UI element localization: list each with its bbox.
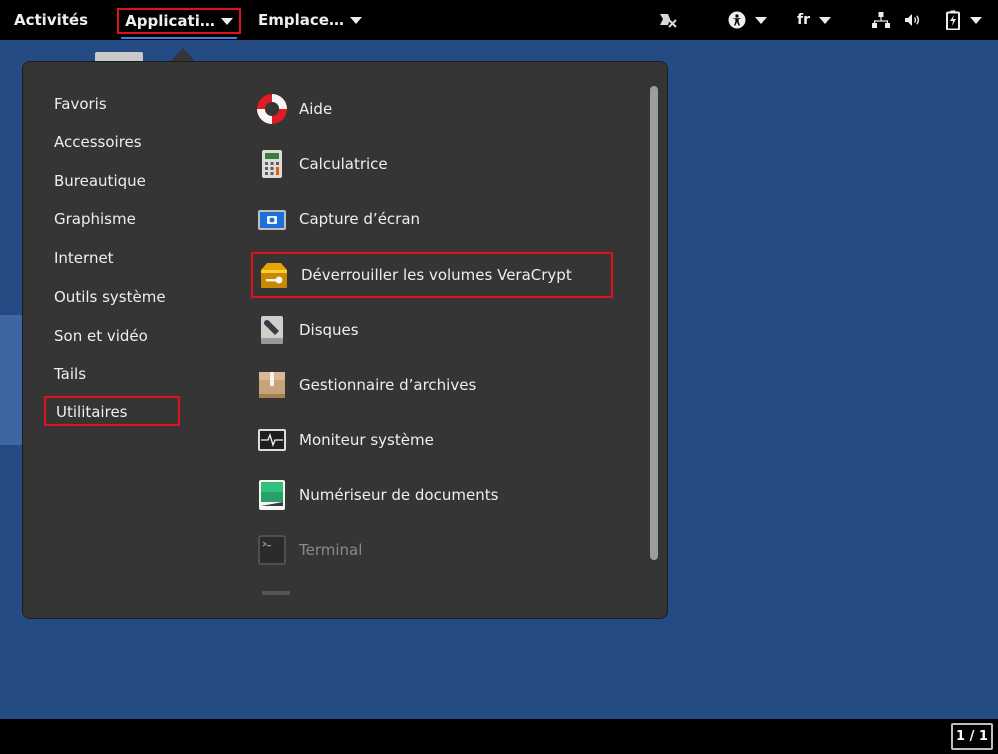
network-icon[interactable]: [871, 0, 891, 40]
chevron-down-icon: [970, 16, 982, 24]
chevron-down-icon: [220, 17, 233, 25]
chevron-down-icon: [349, 16, 362, 24]
app-disques[interactable]: Disques: [255, 310, 359, 350]
category-accessoires[interactable]: Accessoires: [54, 130, 142, 154]
category-bureautique[interactable]: Bureautique: [54, 169, 146, 193]
applications-active-indicator: [121, 37, 237, 39]
app-label: Capture d’écran: [299, 210, 421, 228]
app-label: Aide: [299, 100, 333, 118]
document-scanner-icon: [255, 478, 289, 512]
app-moniteur-systeme[interactable]: Moniteur système: [255, 420, 434, 460]
workspace-switcher[interactable]: 1 / 1: [951, 723, 993, 750]
places-menu-button[interactable]: Emplace…: [258, 0, 362, 40]
app-deverrouiller-veracrypt[interactable]: Déverrouiller les volumes VeraCrypt: [251, 252, 613, 298]
app-label: Terminal: [299, 541, 363, 559]
desktop-window-edge: [0, 315, 22, 445]
applications-label: Applicati…: [125, 12, 215, 30]
places-label: Emplace…: [258, 11, 344, 29]
category-son-et-video[interactable]: Son et vidéo: [54, 324, 148, 348]
app-capture-d-ecran[interactable]: Capture d’écran: [255, 199, 420, 239]
applications-menu-button[interactable]: Applicati…: [117, 8, 241, 34]
app-terminal[interactable]: Terminal: [255, 530, 362, 570]
language-label: fr: [797, 12, 810, 28]
app-list: Aide Calculatrice Capture d’écran Déverr…: [243, 62, 653, 618]
tor-status-icon[interactable]: [656, 0, 678, 40]
app-label: Disques: [299, 321, 359, 339]
system-monitor-icon: [255, 423, 289, 457]
activities-label: Activités: [14, 11, 89, 29]
category-internet[interactable]: Internet: [54, 246, 114, 270]
keyboard-layout-menu[interactable]: fr: [797, 0, 831, 40]
menu-scrollbar[interactable]: [650, 86, 658, 560]
applications-menu: Favoris Accessoires Bureautique Graphism…: [22, 61, 668, 619]
next-app-icon-partial: [262, 591, 290, 595]
category-graphisme[interactable]: Graphisme: [54, 207, 136, 231]
chevron-down-icon: [755, 16, 767, 24]
accessibility-icon: [728, 11, 746, 29]
system-menu[interactable]: [946, 0, 982, 40]
category-utilitaires[interactable]: Utilitaires: [44, 396, 180, 426]
battery-charging-icon: [946, 10, 960, 30]
app-label: Calculatrice: [299, 155, 388, 173]
activities-button[interactable]: Activités: [14, 0, 88, 40]
calculator-icon: [255, 147, 289, 181]
top-bar: Activités Applicati… Emplace… fr: [0, 0, 998, 40]
menu-pointer: [170, 48, 196, 62]
archive-manager-icon: [255, 368, 289, 402]
category-tails[interactable]: Tails: [54, 362, 86, 386]
help-lifebuoy-icon: [255, 92, 289, 126]
app-calculatrice[interactable]: Calculatrice: [255, 144, 388, 184]
terminal-icon: [255, 533, 289, 567]
chevron-down-icon: [819, 16, 831, 24]
app-numeriseur-documents[interactable]: Numériseur de documents: [255, 475, 498, 515]
workspace-pager-label: 1 / 1: [956, 729, 988, 744]
screenshot-icon: [255, 202, 289, 236]
app-aide[interactable]: Aide: [255, 89, 332, 129]
app-label: Numériseur de documents: [299, 486, 499, 504]
disks-icon: [255, 313, 289, 347]
category-outils-systeme[interactable]: Outils système: [54, 285, 166, 309]
app-label: Gestionnaire d’archives: [299, 376, 477, 394]
volume-icon[interactable]: [903, 0, 923, 40]
veracrypt-icon: [257, 258, 291, 292]
app-label: Déverrouiller les volumes VeraCrypt: [301, 266, 572, 284]
app-label: Moniteur système: [299, 431, 434, 449]
app-gestionnaire-archives[interactable]: Gestionnaire d’archives: [255, 365, 476, 405]
category-favoris[interactable]: Favoris: [54, 92, 107, 116]
bottom-bar: [0, 719, 998, 754]
accessibility-menu[interactable]: [728, 0, 767, 40]
category-list: Favoris Accessoires Bureautique Graphism…: [23, 62, 233, 618]
